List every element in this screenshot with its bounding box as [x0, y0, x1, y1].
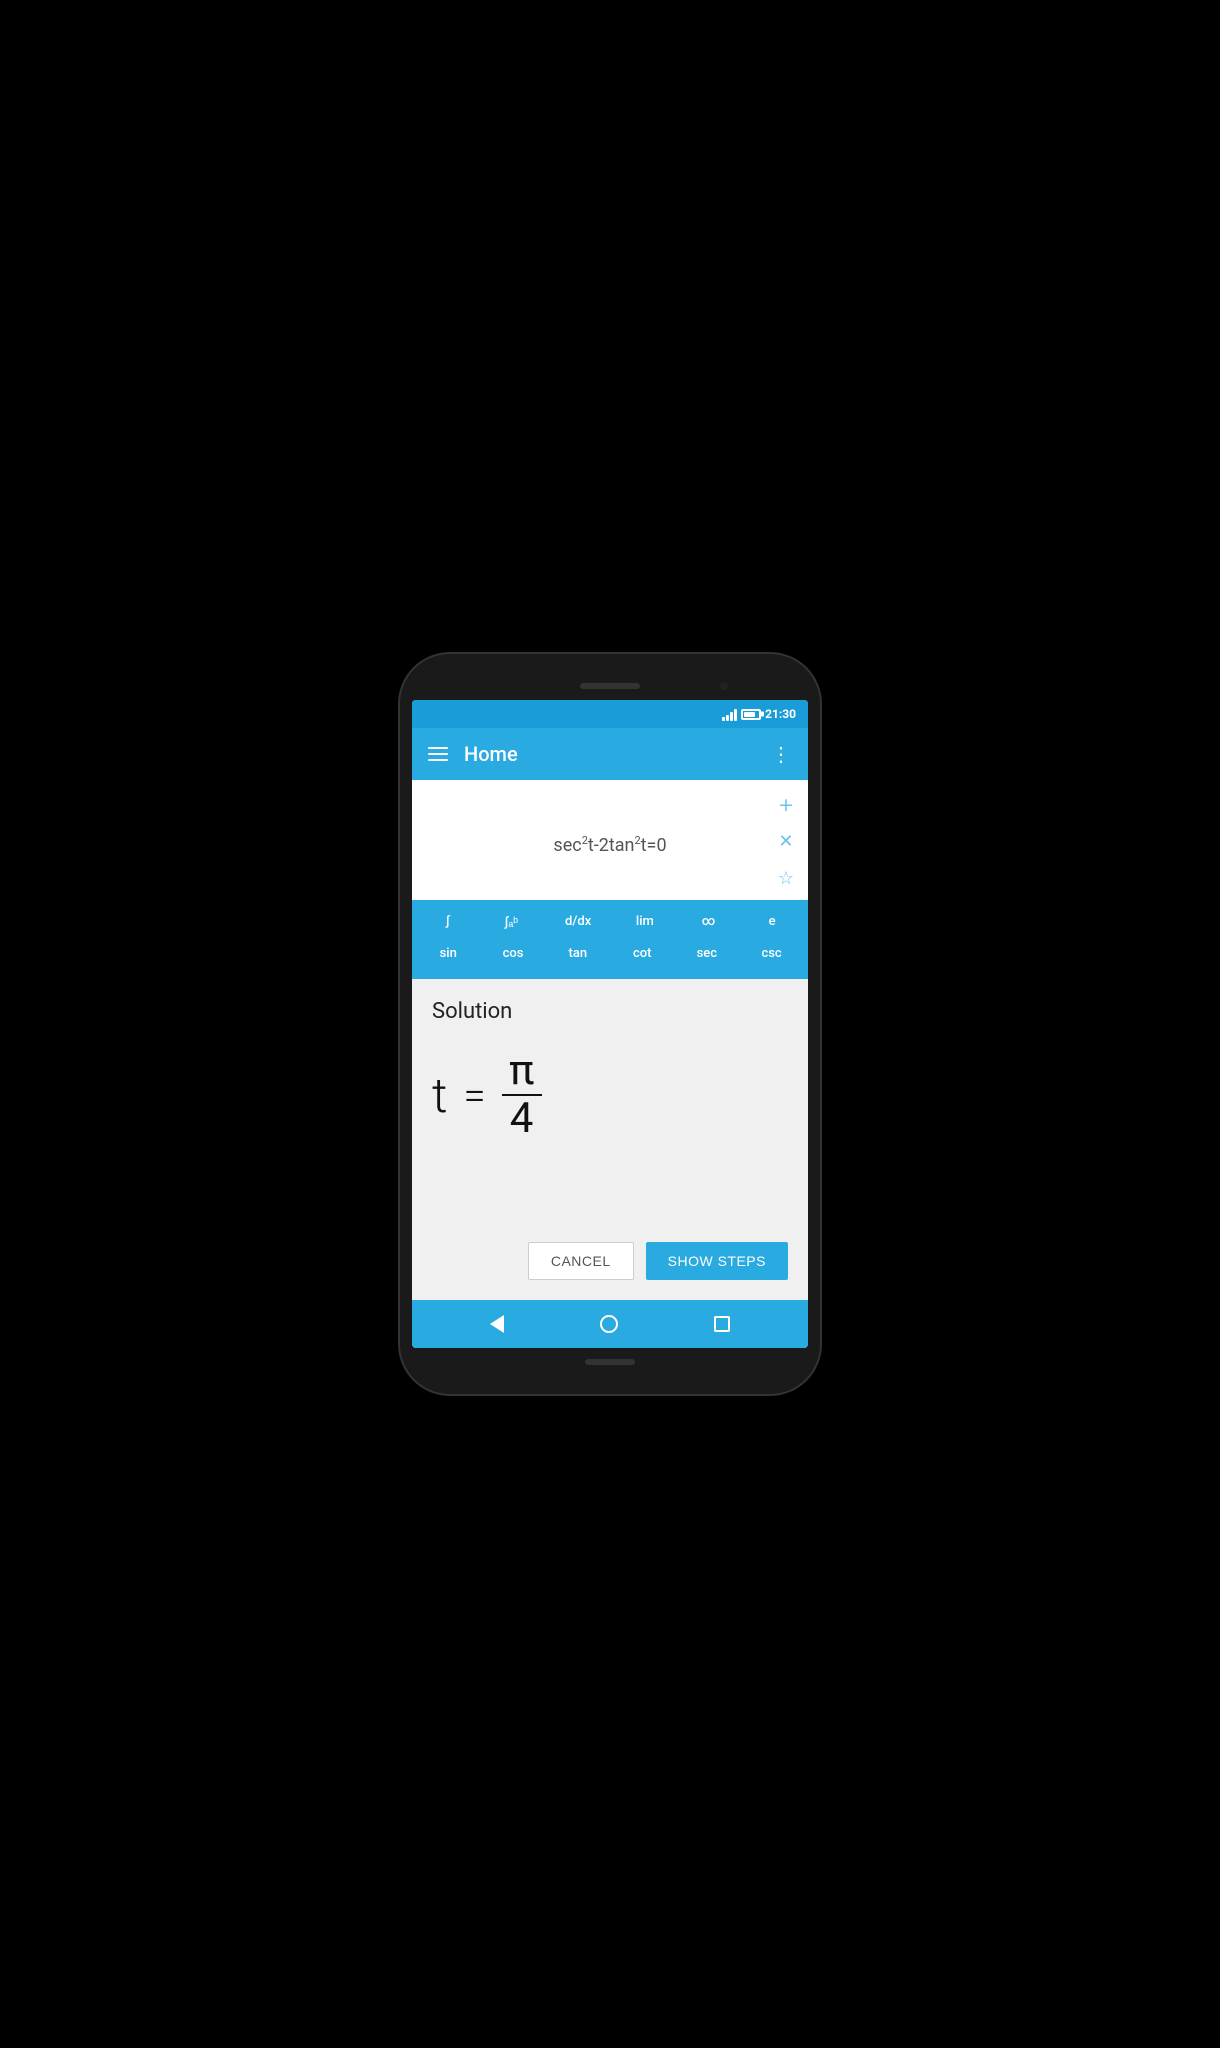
- home-icon: [600, 1315, 618, 1333]
- hamburger-line-1: [428, 747, 448, 749]
- scissors-icon[interactable]: ✕: [774, 794, 797, 817]
- phone-bottom-bar: [412, 1348, 808, 1376]
- close-icon[interactable]: ✕: [778, 831, 793, 852]
- key-e[interactable]: e: [754, 908, 790, 936]
- hamburger-menu-icon[interactable]: [428, 747, 448, 761]
- solution-title: Solution: [432, 999, 788, 1024]
- back-icon: [490, 1315, 504, 1333]
- battery-fill: [744, 712, 755, 717]
- camera-dot: [720, 682, 728, 690]
- solution-variable: t: [432, 1067, 447, 1124]
- fraction-numerator: π: [509, 1050, 534, 1092]
- side-icons: ✕ ✕ ☆: [778, 796, 794, 889]
- solution-fraction: π 4: [502, 1050, 542, 1140]
- bottom-button: [585, 1359, 635, 1365]
- signal-bar-4: [734, 709, 737, 721]
- key-cot[interactable]: cot: [624, 940, 660, 967]
- app-bar: Home ⋮: [412, 728, 808, 780]
- equation-area: ✕ ✕ ☆ sec2t-2tan2t=0: [412, 780, 808, 900]
- hamburger-line-3: [428, 759, 448, 761]
- key-definite-integral[interactable]: ∫ₐᵇ: [493, 908, 529, 936]
- cancel-button[interactable]: Cancel: [528, 1242, 634, 1280]
- more-options-icon[interactable]: ⋮: [771, 742, 792, 766]
- recents-icon: [714, 1316, 730, 1332]
- key-sin[interactable]: sin: [430, 940, 466, 967]
- content-area: ✕ ✕ ☆ sec2t-2tan2t=0 ∫ ∫ₐᵇ d/dx lim ∞ e: [412, 780, 808, 1300]
- key-derivative[interactable]: d/dx: [557, 908, 599, 936]
- solution-buttons: Cancel Show steps: [432, 1242, 788, 1284]
- home-button[interactable]: [600, 1315, 618, 1333]
- signal-bars-icon: [722, 707, 737, 721]
- signal-bar-1: [722, 717, 725, 721]
- key-limit[interactable]: lim: [627, 908, 663, 936]
- signal-bar-3: [730, 712, 733, 721]
- solution-math: t = π 4: [432, 1040, 788, 1150]
- key-infinity[interactable]: ∞: [691, 908, 727, 936]
- key-csc[interactable]: csc: [753, 940, 789, 967]
- key-cos[interactable]: cos: [495, 940, 532, 967]
- keyboard-row-1: ∫ ∫ₐᵇ d/dx lim ∞ e: [416, 908, 804, 936]
- phone-screen: 21:30 Home ⋮ ✕ ✕ ☆ sec2t-2: [412, 700, 808, 1348]
- hamburger-line-2: [428, 753, 448, 755]
- keyboard-row-2: sin cos tan cot sec csc: [416, 940, 804, 967]
- key-integral[interactable]: ∫: [430, 908, 466, 936]
- equation-display[interactable]: sec2t-2tan2t=0: [428, 824, 792, 866]
- status-bar: 21:30: [412, 700, 808, 728]
- battery-icon: [741, 709, 761, 720]
- phone-shell: 21:30 Home ⋮ ✕ ✕ ☆ sec2t-2: [400, 654, 820, 1394]
- key-tan[interactable]: tan: [560, 940, 596, 967]
- back-button[interactable]: [490, 1315, 504, 1333]
- solution-panel: Solution t = π 4 Cancel Show steps: [412, 979, 808, 1300]
- phone-top-bar: [412, 672, 808, 700]
- key-sec[interactable]: sec: [689, 940, 725, 967]
- nav-bar: [412, 1300, 808, 1348]
- app-title: Home: [464, 742, 755, 766]
- solution-equals: =: [463, 1072, 485, 1119]
- fraction-denominator: 4: [510, 1098, 534, 1140]
- status-icons: 21:30: [722, 707, 796, 721]
- speaker: [580, 683, 640, 689]
- status-time: 21:30: [765, 707, 796, 721]
- star-icon[interactable]: ☆: [778, 868, 794, 889]
- show-steps-button[interactable]: Show steps: [646, 1242, 788, 1280]
- keyboard-area: ∫ ∫ₐᵇ d/dx lim ∞ e sin cos tan cot sec c…: [412, 900, 808, 979]
- recents-button[interactable]: [714, 1316, 730, 1332]
- signal-bar-2: [726, 715, 729, 721]
